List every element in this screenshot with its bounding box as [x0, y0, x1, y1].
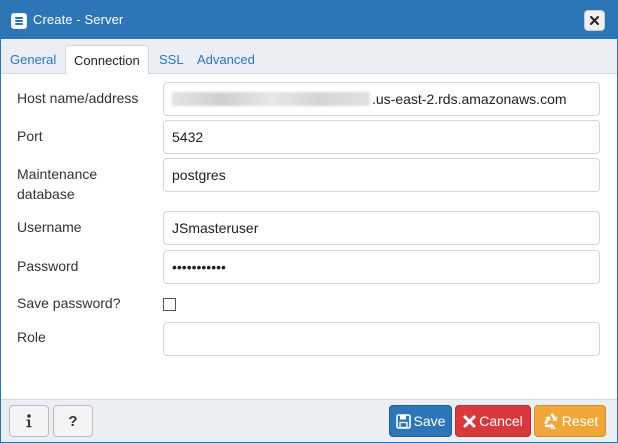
password-label: Password	[17, 258, 79, 274]
username-label: Username	[17, 219, 82, 235]
maintenance-db-label-line2: database	[17, 186, 75, 202]
maintenance-db-label: Maintenance database	[17, 164, 97, 204]
password-input[interactable]: •••••••••••	[163, 250, 600, 284]
reset-button-label: Reset	[561, 413, 599, 429]
redacted-host-prefix	[172, 92, 370, 106]
cancel-button[interactable]: Cancel	[455, 405, 531, 437]
create-server-dialog: Create - Server General Connection SSL A…	[0, 0, 618, 443]
help-button[interactable]: ?	[53, 405, 93, 437]
server-icon	[11, 13, 27, 29]
save-password-checkbox[interactable]	[163, 298, 176, 311]
port-input[interactable]	[163, 120, 600, 154]
tab-ssl[interactable]: SSL	[151, 45, 192, 74]
info-button[interactable]	[9, 405, 49, 437]
x-icon	[463, 415, 476, 428]
save-password-label: Save password?	[17, 295, 121, 311]
connection-form: Host name/address .us-east-2.rds.amazona…	[1, 74, 617, 399]
port-label: Port	[17, 128, 43, 144]
info-icon	[26, 414, 32, 428]
tab-connection[interactable]: Connection	[65, 45, 149, 75]
role-input[interactable]	[163, 322, 600, 356]
username-input[interactable]	[163, 211, 600, 245]
dialog-title: Create - Server	[33, 12, 124, 27]
save-button[interactable]: Save	[389, 405, 452, 437]
cancel-button-label: Cancel	[479, 413, 523, 429]
maintenance-db-input[interactable]	[163, 158, 600, 192]
host-value: .us-east-2.rds.amazonaws.com	[372, 91, 567, 107]
close-icon	[590, 16, 599, 25]
tab-general[interactable]: General	[2, 45, 64, 74]
floppy-disk-icon	[395, 413, 411, 429]
maintenance-db-label-line1: Maintenance	[17, 166, 98, 182]
host-label: Host name/address	[17, 90, 139, 106]
reset-button[interactable]: Reset	[534, 405, 606, 437]
close-button[interactable]	[584, 10, 605, 31]
host-input[interactable]: .us-east-2.rds.amazonaws.com	[163, 82, 600, 116]
tab-advanced[interactable]: Advanced	[189, 45, 263, 74]
dialog-footer: ? Save Cancel Reset	[1, 399, 617, 442]
dialog-titlebar[interactable]: Create - Server	[1, 1, 617, 39]
recycle-icon	[542, 413, 559, 429]
save-button-label: Save	[413, 413, 446, 429]
role-label: Role	[17, 329, 46, 345]
tab-bar: General Connection SSL Advanced	[1, 39, 617, 75]
